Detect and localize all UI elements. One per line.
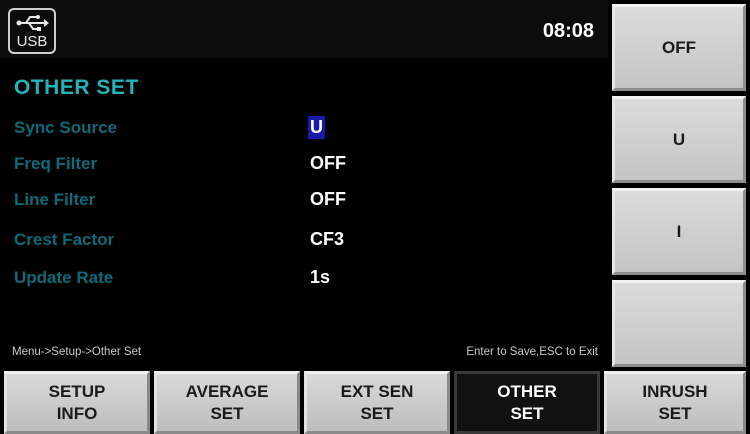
- param-row-sync-source[interactable]: Sync Source U: [0, 116, 608, 150]
- tab-label-line2: SET: [658, 403, 692, 423]
- softkey-i[interactable]: I: [612, 188, 746, 275]
- usb-label: USB: [16, 33, 48, 50]
- param-row-update-rate[interactable]: Update Rate 1s: [0, 266, 608, 300]
- param-value[interactable]: U: [308, 116, 325, 139]
- tab-ext-sen-set[interactable]: EXT SEN SET: [304, 371, 450, 434]
- softkey-off[interactable]: OFF: [612, 4, 746, 91]
- bottom-tab-bar: SETUP INFO AVERAGE SET EXT SEN SET OTHER…: [0, 368, 750, 434]
- tab-label-line1: AVERAGE: [185, 381, 269, 401]
- instrument-screen: USB 08:08 OTHER SET Sync Source U Freq F…: [0, 0, 750, 434]
- param-row-line-filter[interactable]: Line Filter OFF: [0, 188, 608, 222]
- tab-label-line2: SET: [210, 403, 244, 423]
- tab-label-line2: SET: [360, 403, 394, 423]
- status-bar: USB 08:08: [0, 0, 608, 58]
- tab-label-line1: OTHER: [497, 381, 557, 401]
- tab-label-line2: SET: [510, 403, 544, 423]
- tab-average-set[interactable]: AVERAGE SET: [154, 371, 300, 434]
- tab-label-line1: SETUP: [48, 381, 106, 401]
- tab-label-line2: INFO: [56, 403, 98, 423]
- breadcrumb: Menu->Setup->Other Set: [12, 346, 142, 358]
- clock: 08:08: [542, 20, 594, 42]
- param-value[interactable]: OFF: [308, 188, 348, 211]
- tab-inrush-set[interactable]: INRUSH SET: [604, 371, 746, 434]
- param-value[interactable]: 1s: [308, 266, 332, 289]
- param-row-freq-filter[interactable]: Freq Filter OFF: [0, 152, 608, 186]
- param-value[interactable]: CF3: [308, 228, 346, 251]
- param-label: Line Filter: [14, 190, 96, 209]
- tab-setup-info[interactable]: SETUP INFO: [4, 371, 150, 434]
- tab-label-line1: INRUSH: [642, 381, 708, 401]
- softkey-blank[interactable]: [612, 280, 746, 367]
- param-label: Crest Factor: [14, 230, 115, 249]
- param-label: Sync Source: [14, 118, 117, 137]
- tab-other-set[interactable]: OTHER SET: [454, 371, 600, 434]
- key-hint: Enter to Save,ESC to Exit: [466, 346, 598, 358]
- param-label: Update Rate: [14, 268, 114, 287]
- page-title: OTHER SET: [14, 76, 139, 99]
- param-value[interactable]: OFF: [308, 152, 348, 175]
- usb-status-indicator: USB: [8, 8, 56, 54]
- usb-icon: [16, 15, 49, 31]
- tab-label-line1: EXT SEN: [340, 381, 414, 401]
- settings-panel: OTHER SET Sync Source U Freq Filter OFF …: [0, 58, 608, 368]
- param-label: Freq Filter: [14, 154, 98, 173]
- param-row-crest-factor[interactable]: Crest Factor CF3: [0, 228, 608, 262]
- softkey-u[interactable]: U: [612, 96, 746, 183]
